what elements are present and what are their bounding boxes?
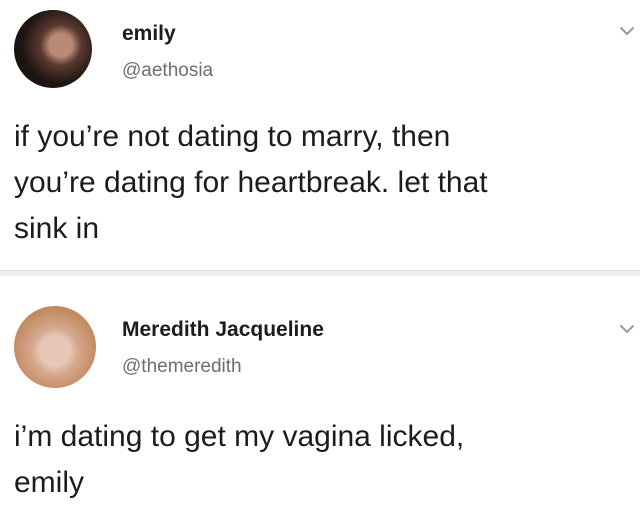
chevron-down-icon[interactable] <box>618 22 636 40</box>
tweet-text: i’m dating to get my vagina licked, emil… <box>14 420 465 499</box>
display-name[interactable]: Meredith Jacqueline <box>122 318 324 342</box>
tweet-text: if you’re not dating to marry, then you’… <box>14 120 488 245</box>
tweet-card[interactable]: Meredith Jacqueline @themeredith i’m dat… <box>0 276 640 526</box>
chevron-down-icon[interactable] <box>618 320 636 338</box>
tweet-card[interactable]: emily @aethosia if you’re not dating to … <box>0 0 640 272</box>
avatar[interactable] <box>14 306 96 388</box>
user-handle[interactable]: @themeredith <box>122 356 242 378</box>
display-name[interactable]: emily <box>122 22 176 46</box>
user-handle[interactable]: @aethosia <box>122 60 213 82</box>
avatar[interactable] <box>14 10 92 88</box>
